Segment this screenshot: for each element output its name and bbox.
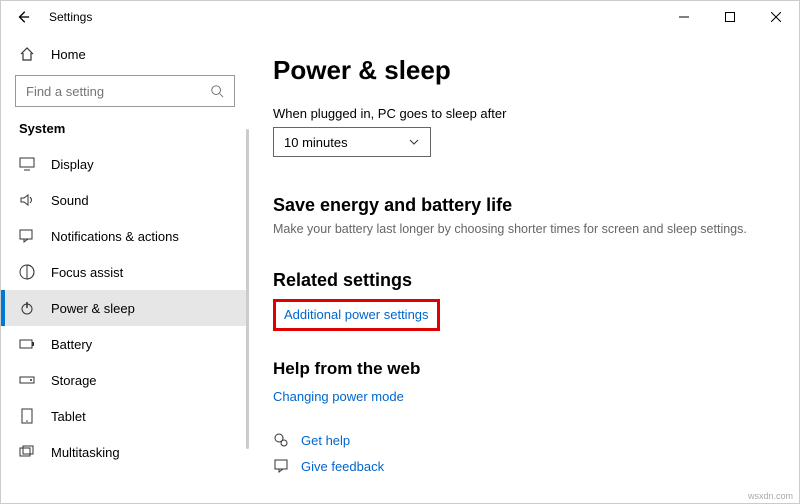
sidebar-item-label: Storage (51, 373, 97, 388)
page-title: Power & sleep (273, 55, 775, 86)
sidebar-item-tablet[interactable]: Tablet (1, 398, 249, 434)
sidebar-item-label: Multitasking (51, 445, 120, 460)
back-button[interactable] (15, 9, 31, 25)
help-web-link[interactable]: Changing power mode (273, 389, 404, 404)
sidebar-item-label: Sound (51, 193, 89, 208)
maximize-button[interactable] (707, 1, 753, 33)
sidebar-item-label: Tablet (51, 409, 86, 424)
home-icon (19, 46, 35, 62)
highlight-annotation: Additional power settings (273, 299, 440, 331)
battery-icon (19, 336, 35, 352)
search-input[interactable] (15, 75, 235, 107)
chevron-down-icon (408, 136, 420, 148)
sidebar-scrollbar[interactable] (246, 129, 249, 449)
feedback-icon (273, 458, 289, 474)
energy-heading: Save energy and battery life (273, 195, 775, 216)
sound-icon (19, 192, 35, 208)
display-icon (19, 156, 35, 172)
watermark: wsxdn.com (748, 491, 793, 501)
sidebar-item-display[interactable]: Display (1, 146, 249, 182)
window-title: Settings (49, 10, 92, 24)
storage-icon (19, 372, 35, 388)
sidebar-item-focus[interactable]: Focus assist (1, 254, 249, 290)
tablet-icon (19, 408, 35, 424)
sleep-label: When plugged in, PC goes to sleep after (273, 106, 775, 121)
get-help-link[interactable]: Get help (301, 433, 350, 448)
sidebar-category: System (1, 117, 249, 146)
energy-subtext: Make your battery last longer by choosin… (273, 222, 775, 236)
give-feedback-link[interactable]: Give feedback (301, 459, 384, 474)
focus-icon (19, 264, 35, 280)
sidebar-item-label: Notifications & actions (51, 229, 179, 244)
help-heading: Help from the web (273, 359, 775, 379)
sidebar-item-battery[interactable]: Battery (1, 326, 249, 362)
minimize-button[interactable] (661, 1, 707, 33)
sidebar-item-label: Display (51, 157, 94, 172)
power-icon (19, 300, 35, 316)
sidebar-item-label: Power & sleep (51, 301, 135, 316)
content-area: Power & sleep When plugged in, PC goes t… (249, 33, 799, 503)
sidebar-item-label: Battery (51, 337, 92, 352)
sidebar-home-label: Home (51, 47, 86, 62)
related-heading: Related settings (273, 270, 775, 291)
sidebar-item-label: Focus assist (51, 265, 123, 280)
search-field[interactable] (26, 84, 210, 99)
notifications-icon (19, 228, 35, 244)
sidebar: Home System Display Sound Notifications … (1, 33, 249, 503)
close-button[interactable] (753, 1, 799, 33)
sidebar-home[interactable]: Home (1, 39, 249, 69)
multitasking-icon (19, 444, 35, 460)
sleep-dropdown-value: 10 minutes (284, 135, 348, 150)
search-icon (210, 84, 224, 98)
sidebar-item-notifications[interactable]: Notifications & actions (1, 218, 249, 254)
additional-power-link[interactable]: Additional power settings (284, 307, 429, 322)
titlebar: Settings (1, 1, 799, 33)
sidebar-item-multitasking[interactable]: Multitasking (1, 434, 249, 470)
sleep-dropdown[interactable]: 10 minutes (273, 127, 431, 157)
sidebar-item-sound[interactable]: Sound (1, 182, 249, 218)
sidebar-item-power[interactable]: Power & sleep (1, 290, 249, 326)
get-help-icon (273, 432, 289, 448)
sidebar-item-storage[interactable]: Storage (1, 362, 249, 398)
